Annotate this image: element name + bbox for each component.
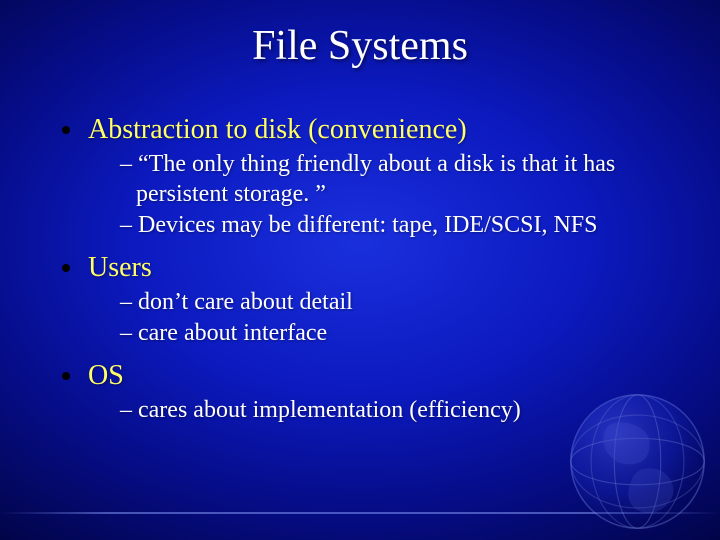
bullet-item: Users — [62, 250, 680, 285]
page-title: File Systems — [0, 22, 720, 70]
sub-item: – care about interface — [120, 318, 680, 348]
bullet-text: Users — [88, 250, 152, 285]
bullet-text: OS — [88, 358, 124, 393]
bullet-dot-icon — [62, 126, 70, 134]
sub-list: – don’t care about detail – care about i… — [120, 287, 680, 348]
content-area: Abstraction to disk (convenience) – “The… — [62, 112, 680, 435]
bullet-dot-icon — [62, 264, 70, 272]
slide: File Systems Abstraction to disk (conven… — [0, 0, 720, 540]
sub-item: – “The only thing friendly about a disk … — [120, 149, 680, 209]
bullet-text: Abstraction to disk (convenience) — [88, 112, 467, 147]
sub-list: – “The only thing friendly about a disk … — [120, 149, 680, 240]
bullet-item: OS — [62, 358, 680, 393]
bullet-dot-icon — [62, 372, 70, 380]
globe-icon — [565, 389, 710, 534]
bullet-item: Abstraction to disk (convenience) — [62, 112, 680, 147]
sub-item: – don’t care about detail — [120, 287, 680, 317]
sub-item: – Devices may be different: tape, IDE/SC… — [120, 210, 680, 240]
